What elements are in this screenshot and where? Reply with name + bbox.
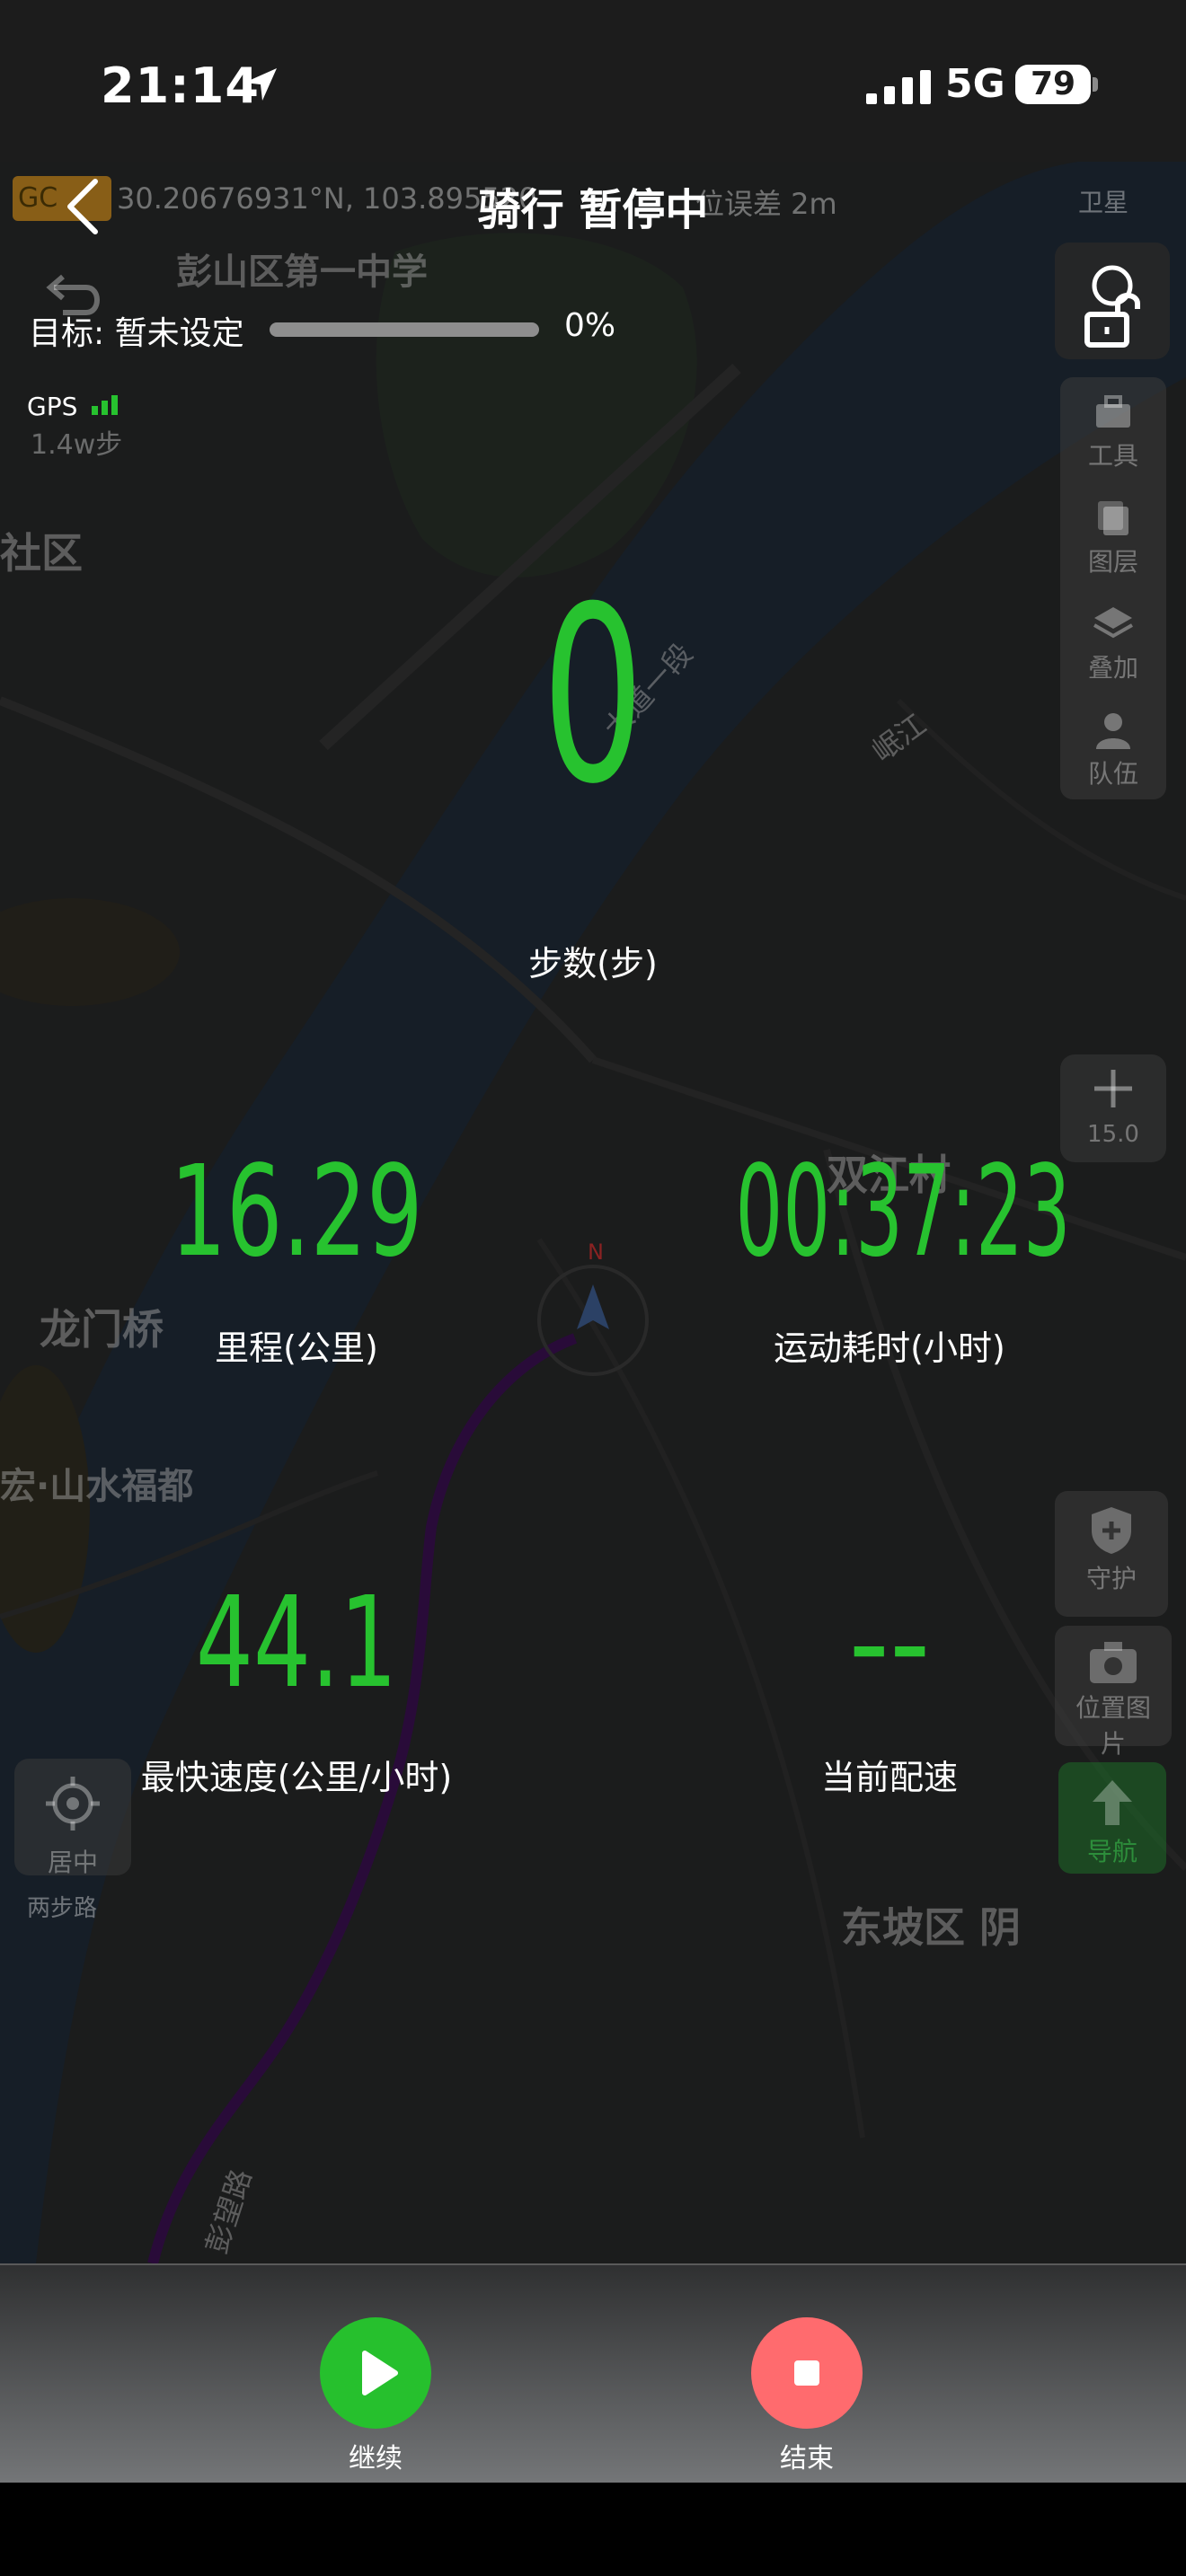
- camera-icon: [1090, 1642, 1137, 1683]
- goal-label: 目标: 暂未设定: [29, 315, 244, 352]
- status-bar: 21:14 5G 79: [0, 0, 1186, 162]
- control-bar: [0, 2263, 1186, 2483]
- walk-app-badge: 两步路: [27, 1895, 98, 1922]
- gps-label: GPS: [27, 392, 78, 421]
- photo-button[interactable]: 位置图片: [1055, 1626, 1172, 1759]
- top-speed-label: 最快速度(公里/小时): [140, 1758, 453, 1797]
- tool-label: 工具: [1087, 441, 1138, 471]
- pace-value: --: [848, 1570, 931, 1716]
- tool-button[interactable]: 工具: [1064, 390, 1163, 472]
- steps-label: 步数(步): [528, 944, 658, 984]
- cellular-signal-icon: [866, 70, 931, 104]
- team-label: 队伍: [1087, 759, 1138, 789]
- status-time: 21:14: [101, 57, 260, 114]
- distance-label: 里程(公里): [215, 1328, 378, 1368]
- network-type: 5G: [945, 61, 1005, 107]
- gps-signal-icon: [92, 395, 118, 415]
- lock-button[interactable]: [1055, 243, 1170, 359]
- guard-button[interactable]: 守护: [1055, 1491, 1168, 1617]
- play-icon: [362, 2351, 398, 2395]
- end-button[interactable]: [751, 2317, 863, 2429]
- toolbox-icon: [1096, 395, 1130, 428]
- resume-button[interactable]: [320, 2317, 431, 2429]
- zoom-in-icon: [1094, 1070, 1132, 1107]
- goal-progress-bar: [270, 322, 539, 337]
- navigate-button[interactable]: 导航: [1058, 1762, 1166, 1874]
- guard-label: 守护: [1085, 1564, 1137, 1593]
- zoom-control[interactable]: 15.0: [1060, 1054, 1166, 1162]
- overlay-button[interactable]: 叠加: [1064, 602, 1163, 684]
- duration-value: 00:37:23: [735, 1139, 1071, 1285]
- layers-label: 图层: [1087, 547, 1138, 577]
- unlock-icon: [1084, 265, 1140, 348]
- pace-label: 当前配速: [820, 1758, 958, 1797]
- home-indicator-area: [0, 2483, 1186, 2576]
- steps-value: 0: [541, 554, 645, 837]
- faint-step-count: 1.4w步: [31, 429, 123, 461]
- navigate-label: 导航: [1086, 1837, 1137, 1866]
- resume-label: 继续: [349, 2443, 403, 2475]
- overlay-label: 叠加: [1087, 653, 1138, 683]
- layers-icon: [1098, 501, 1128, 535]
- navigate-item: 导航: [1063, 1777, 1162, 1868]
- top-speed-value: 44.1: [195, 1570, 398, 1716]
- page-title: 骑行 暂停中: [477, 185, 709, 235]
- photo-item: 位置图片: [1064, 1638, 1163, 1760]
- battery-tip: [1093, 77, 1098, 92]
- location-arrow-icon: [244, 68, 277, 101]
- zoom-level: 15.0: [1087, 1121, 1139, 1148]
- photo-label: 位置图片: [1075, 1693, 1151, 1759]
- stop-icon: [794, 2360, 819, 2386]
- team-button[interactable]: 队伍: [1064, 708, 1163, 790]
- goal-percent: 0%: [564, 307, 616, 344]
- map-tool-panel: 工具 图层 叠加 队伍: [1060, 377, 1166, 799]
- layers-button[interactable]: 图层: [1064, 496, 1163, 578]
- team-icon: [1096, 713, 1130, 749]
- guard-item: 守护: [1062, 1504, 1161, 1595]
- screen: 彭山区第一中学 社区 大道一段 岷江 双江村 龙门桥 宏·山水福都 东坡区 阴 …: [0, 0, 1186, 2576]
- navigation-arrow-icon: [1093, 1780, 1132, 1825]
- shield-icon: [1092, 1507, 1131, 1554]
- stack-icon: [1093, 607, 1133, 639]
- end-label: 结束: [780, 2443, 834, 2475]
- duration-label: 运动耗时(小时): [774, 1328, 1005, 1368]
- center-label: 居中: [47, 1848, 98, 1877]
- battery-level: 79: [1015, 65, 1091, 104]
- distance-value: 16.29: [170, 1139, 423, 1285]
